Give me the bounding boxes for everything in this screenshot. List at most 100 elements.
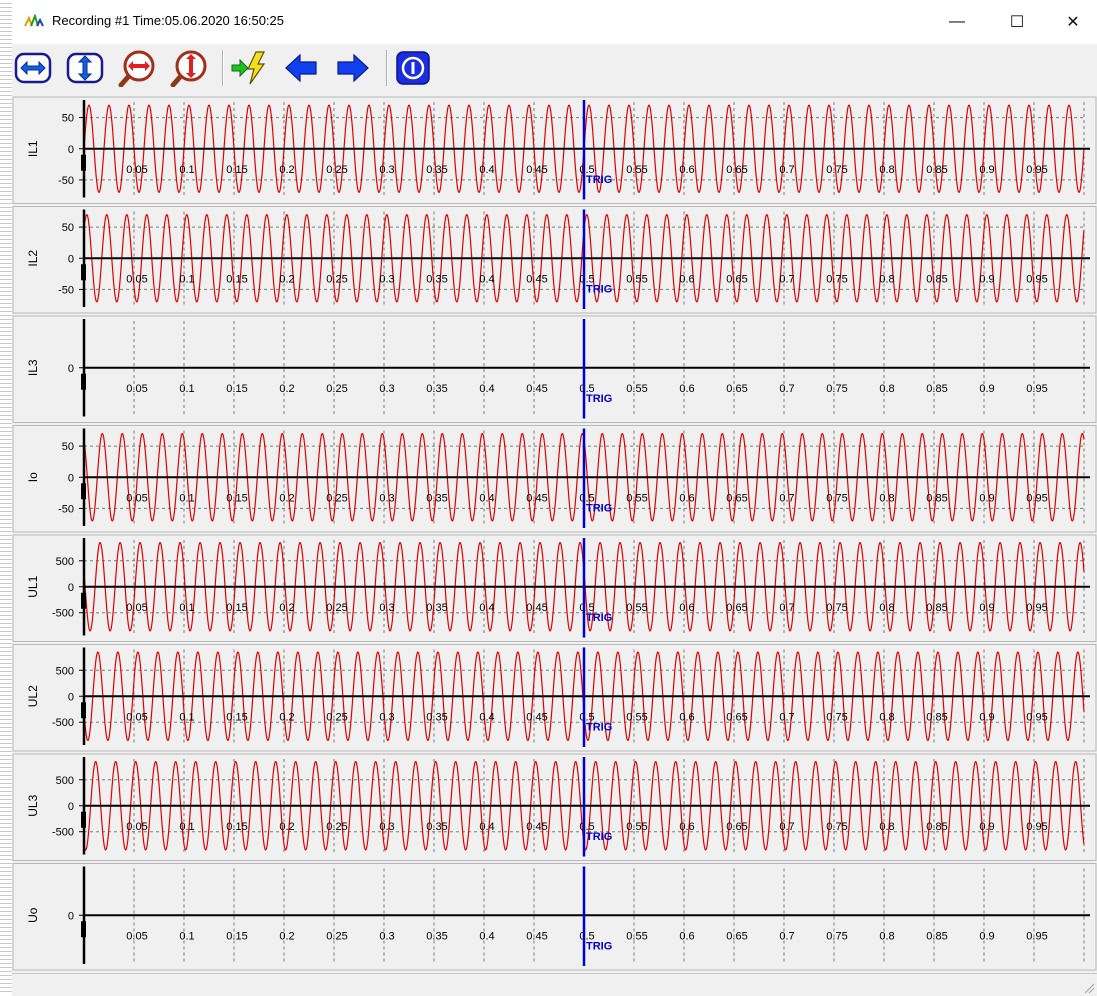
x-tick-label: 0.4 [479,383,494,395]
x-tick-label: 0.9 [979,164,994,176]
next-button[interactable] [334,49,372,87]
channel-label: UL1 [26,575,40,597]
minimize-button[interactable]: — [934,0,980,44]
channel-panel-il1[interactable]: IL1 50 0 -50 0.05 0.1 0.15 0.2 0.25 0.3 0.35 0.4 0.4… [12,96,1097,204]
x-tick-label: 0.35 [426,273,447,285]
channel-panel-ul1[interactable]: UL1 500 0 -500 0.05 0.1 0.15 0.2 0.25 0.3 0.35 0.4 0… [12,534,1097,642]
x-tick-label: 0.8 [879,821,894,833]
close-button[interactable]: ✕ [1050,0,1096,44]
x-tick-label: 0.9 [979,273,994,285]
trigger-label: TRIG [586,174,612,186]
channel-label: Io [26,472,40,482]
trigger-label: TRIG [586,721,612,733]
x-tick-label: 0.85 [926,711,947,723]
previous-button[interactable] [282,49,320,87]
info-button[interactable] [394,49,432,87]
x-tick-label: 0.4 [479,164,494,176]
x-tick-label: 0.4 [479,930,494,942]
x-tick-label: 0.3 [379,492,394,504]
origin-marker [81,373,86,390]
x-tick-label: 0.65 [726,383,747,395]
x-tick-label: 0.05 [126,930,147,942]
x-tick-label: 0.3 [379,602,394,614]
x-tick-label: 0.4 [479,711,494,723]
x-tick-label: 0.9 [979,930,994,942]
channel-panel-ul2[interactable]: UL2 500 0 -500 0.05 0.1 0.15 0.2 0.25 0.3 0.35 0.4 0… [12,644,1097,752]
x-tick-label: 0.65 [726,711,747,723]
zoom-horizontal-button[interactable] [118,49,156,88]
y-tick-label: 0 [68,144,74,156]
channel-label: IL3 [26,359,40,376]
vertical-fit-icon [66,52,104,84]
fit-horizontal-button[interactable] [14,49,52,87]
arrow-right-icon [337,53,369,83]
channel-panel-il2[interactable]: IL2 50 0 -50 0.05 0.1 0.15 0.2 0.25 0.3 0.35 0.4 0.4… [12,206,1097,314]
y-tick-label: 0 [68,363,74,375]
x-tick-label: 0.8 [879,273,894,285]
channel-panel-io[interactable]: Io 50 0 -50 0.05 0.1 0.15 0.2 0.25 0.3 0.35 0.4 0.45… [12,425,1097,533]
y-tick-label: -500 [52,827,74,839]
x-tick-label: 0.15 [226,383,247,395]
zoom-vertical-button[interactable] [170,49,208,88]
x-tick-label: 0.55 [626,711,647,723]
fit-vertical-button[interactable] [66,49,104,87]
x-tick-label: 0.75 [826,821,847,833]
toolbar-separator [386,50,388,86]
x-tick-label: 0.4 [479,492,494,504]
channel-panel-uo[interactable]: Uo 00.05 0.1 0.15 0.2 0.25 0.3 0.35 0.4 0.45 0.5 0.… [12,863,1097,971]
x-tick-label: 0.75 [826,930,847,942]
x-tick-label: 0.95 [1026,821,1047,833]
x-tick-label: 0.7 [779,602,794,614]
maximize-button[interactable]: ☐ [994,0,1040,44]
x-tick-label: 0.25 [326,821,347,833]
x-tick-label: 0.2 [279,383,294,395]
channel-label: IL2 [26,250,40,267]
x-tick-label: 0.95 [1026,383,1047,395]
origin-marker [81,921,86,938]
y-tick-label: 500 [56,665,74,677]
y-tick-label: 50 [62,113,74,125]
x-tick-label: 0.8 [879,383,894,395]
y-tick-label: -500 [52,717,74,729]
x-tick-label: 0.1 [179,711,194,723]
x-tick-label: 0.2 [279,492,294,504]
x-tick-label: 0.35 [426,930,447,942]
x-tick-label: 0.15 [226,164,247,176]
channel-label: Uo [26,907,40,923]
channel-panel-ul3[interactable]: UL3 500 0 -500 0.05 0.1 0.15 0.2 0.25 0.3 0.35 0.4 0… [12,753,1097,861]
x-tick-label: 0.95 [1026,273,1047,285]
y-tick-label: -500 [52,608,74,620]
info-icon [396,51,430,85]
x-tick-label: 0.3 [379,273,394,285]
x-tick-label: 0.7 [779,164,794,176]
waveform-chart[interactable]: IL1500-500.05 0.1 0.15 0.2 0.25 0.3 0.35 0.4 0.4… [12,96,1097,972]
x-tick-label: 0.55 [626,164,647,176]
origin-marker [81,264,86,281]
x-tick-label: 0.65 [726,821,747,833]
trigger-label: TRIG [586,502,612,514]
y-tick-label: 0 [68,691,74,703]
origin-marker [81,483,86,500]
y-tick-label: -50 [58,503,74,515]
x-tick-label: 0.75 [826,164,847,176]
x-tick-label: 0.45 [526,711,547,723]
zoom-vertical-icon [170,50,207,88]
title-bar[interactable]: Recording #1 Time:05.06.2020 16:50:25 — … [12,0,1097,44]
x-tick-label: 0.25 [326,492,347,504]
x-tick-label: 0.35 [426,821,447,833]
origin-marker [81,702,86,719]
x-tick-label: 0.95 [1026,492,1047,504]
x-tick-label: 0.05 [126,164,147,176]
origin-marker [81,592,86,609]
x-tick-label: 0.7 [779,273,794,285]
x-tick-label: 0.85 [926,492,947,504]
trigger-label: TRIG [586,831,612,843]
x-tick-label: 0.55 [626,930,647,942]
channel-panel-il3[interactable]: IL3 00.05 0.1 0.15 0.2 0.25 0.3 0.35 0.4 0.45 0.5 0… [12,315,1097,423]
resize-grip-icon[interactable] [1083,982,1095,994]
x-tick-label: 0.15 [226,930,247,942]
go-to-trigger-button[interactable] [230,49,268,87]
x-tick-label: 0.05 [126,821,147,833]
go-to-trigger-icon [231,51,266,85]
origin-marker [81,811,86,828]
